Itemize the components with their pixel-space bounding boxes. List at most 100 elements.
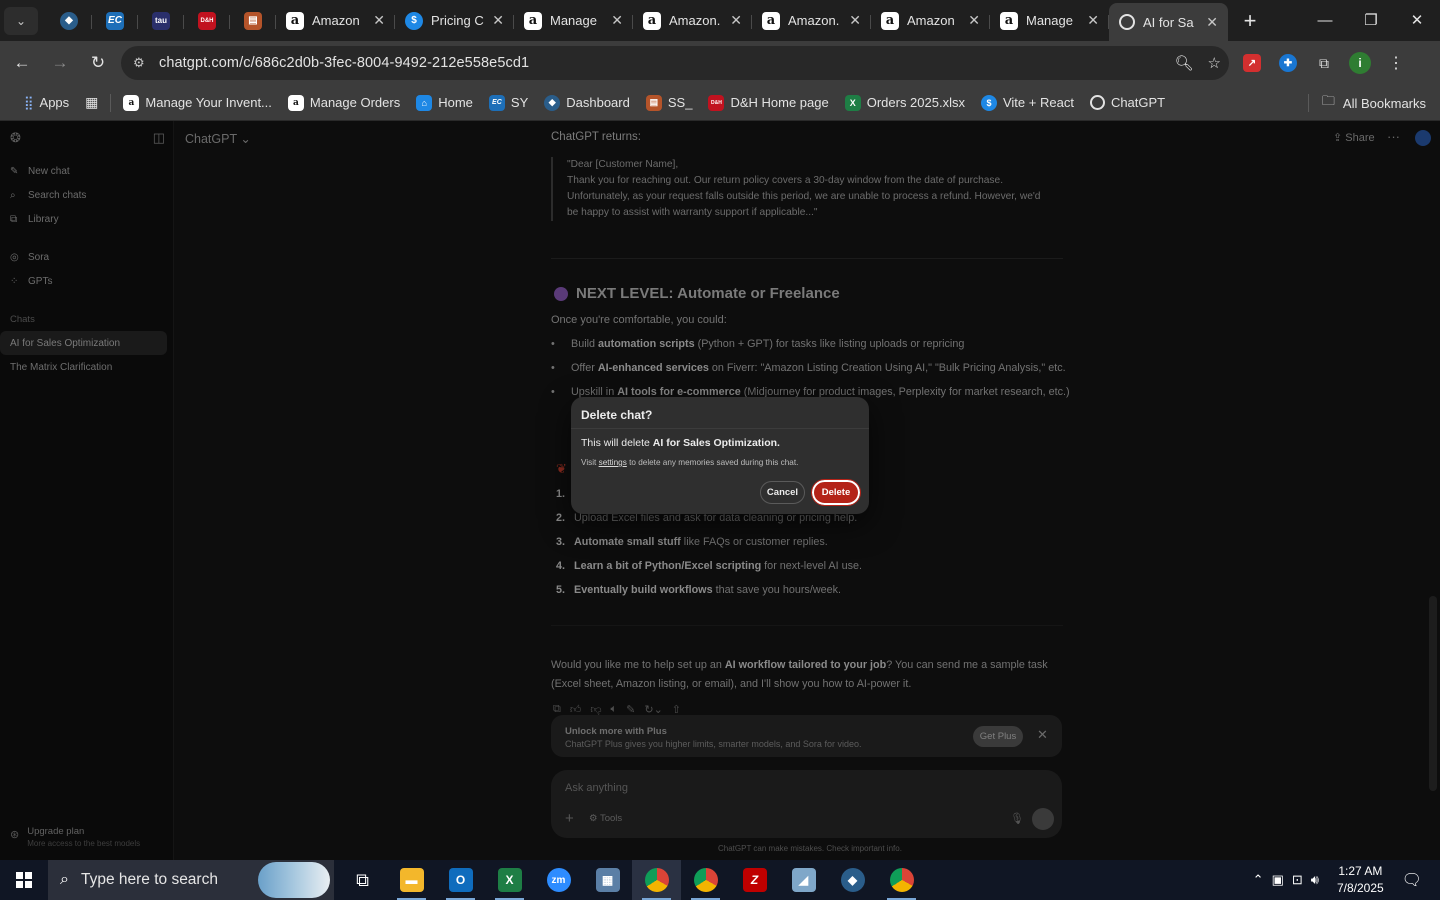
forward-button[interactable]: →: [42, 45, 78, 81]
add-attachment-icon[interactable]: +: [565, 810, 574, 827]
bookmark-item[interactable]: ⌂ Home: [408, 89, 481, 117]
chat-history-item[interactable]: The Matrix Clarification: [0, 355, 167, 379]
taskbar-app[interactable]: Z: [730, 860, 779, 900]
prompt-input[interactable]: Ask anything: [565, 782, 628, 794]
close-icon[interactable]: ✕: [373, 12, 385, 29]
start-button[interactable]: [0, 860, 48, 900]
browser-tab-active[interactable]: AI for Sa ✕: [1109, 3, 1228, 41]
bookmark-item[interactable]: $ Vite + React: [973, 89, 1082, 117]
dialog-title: Delete chat?: [581, 408, 653, 422]
tab-groups-button[interactable]: ▦: [77, 89, 106, 117]
taskbar-app[interactable]: ◆: [828, 860, 877, 900]
pinned-tab[interactable]: tau: [138, 5, 184, 37]
sidebar-toggle-icon[interactable]: ◫: [153, 130, 165, 146]
taskbar-app[interactable]: zm: [534, 860, 583, 900]
tab-search-menu-button[interactable]: ⌄: [4, 6, 38, 35]
bookmark-apps[interactable]: ⣿ Apps: [16, 89, 77, 117]
chatgpt-logo-icon[interactable]: ❂: [10, 130, 21, 146]
voice-mode-button[interactable]: [1032, 808, 1054, 830]
bookmark-item[interactable]: X Orders 2025.xlsx: [837, 89, 973, 117]
task-view-button[interactable]: ⧉: [338, 860, 387, 900]
url-text[interactable]: chatgpt.com/c/686c2d0b-3fec-8004-9492-21…: [159, 55, 529, 71]
taskbar-app[interactable]: ◢: [779, 860, 828, 900]
taskbar-app[interactable]: [632, 860, 681, 900]
close-icon[interactable]: ✕: [492, 12, 504, 29]
taskbar-app[interactable]: [681, 860, 730, 900]
pinned-tab[interactable]: ▤: [230, 5, 276, 37]
site-settings-icon[interactable]: ⚙: [133, 55, 153, 71]
chevron-up-icon[interactable]: ⌃: [1253, 872, 1264, 888]
bookmark-item[interactable]: a Manage Your Invent...: [115, 89, 279, 117]
close-icon[interactable]: ✕: [968, 12, 980, 29]
close-window-button[interactable]: ✕: [1394, 0, 1440, 40]
browser-tab[interactable]: $ Pricing C ✕: [395, 5, 514, 37]
cancel-button[interactable]: Cancel: [760, 481, 805, 504]
sidebar-item-search[interactable]: ⌕ Search chats: [10, 190, 86, 201]
menu-kebab-icon[interactable]: ⋮: [1384, 51, 1408, 75]
browser-tab[interactable]: a Manage ✕: [990, 5, 1109, 37]
all-bookmarks-button[interactable]: 🗀 All Bookmarks: [1322, 89, 1426, 117]
meet-now-icon[interactable]: ▣: [1272, 872, 1284, 888]
chat-history-item[interactable]: AI for Sales Optimization: [0, 331, 167, 355]
close-icon[interactable]: ✕: [1206, 14, 1218, 31]
extensions-puzzle-icon[interactable]: ⧉: [1312, 51, 1336, 75]
copy-icon[interactable]: ⧉: [553, 703, 561, 716]
zoom-icon[interactable]: 🔍︎: [1175, 54, 1194, 72]
close-icon[interactable]: ✕: [730, 12, 742, 29]
close-icon[interactable]: ✕: [611, 12, 623, 29]
microphone-icon[interactable]: 🎙︎: [1010, 812, 1024, 825]
pinned-tab[interactable]: ◆: [46, 5, 92, 37]
clock[interactable]: 1:27 AM 7/8/2025: [1337, 863, 1384, 897]
close-icon[interactable]: ✕: [1037, 727, 1048, 743]
profile-button[interactable]: i: [1348, 51, 1372, 75]
bookmark-item[interactable]: ChatGPT: [1082, 89, 1173, 117]
bookmark-item[interactable]: D&H D&H Home page: [700, 89, 836, 117]
close-icon[interactable]: ✕: [849, 12, 861, 29]
new-tab-button[interactable]: +: [1234, 5, 1266, 37]
account-avatar[interactable]: [1415, 130, 1431, 146]
close-icon[interactable]: ✕: [1087, 12, 1099, 29]
reload-button[interactable]: ↻: [80, 45, 116, 81]
notifications-icon[interactable]: 🗨︎: [1402, 870, 1422, 890]
model-selector[interactable]: ChatGPT ⌄: [185, 131, 251, 146]
sidebar-item-library[interactable]: ⧉ Library: [10, 214, 59, 225]
tools-button[interactable]: ⚙ Tools: [589, 813, 622, 824]
sidebar-item-gpts[interactable]: ⁘ GPTs: [10, 276, 52, 287]
minimize-button[interactable]: —: [1302, 0, 1348, 40]
bookmark-item[interactable]: a Manage Orders: [280, 89, 408, 117]
taskbar-app[interactable]: [877, 860, 926, 900]
browser-tab[interactable]: a Amazon ✕: [871, 5, 990, 37]
extension-arrow-icon[interactable]: ↗: [1240, 51, 1264, 75]
network-icon[interactable]: ⊡: [1292, 872, 1303, 888]
taskbar-search[interactable]: ⌕ Type here to search: [48, 860, 334, 900]
dollar-icon: $: [405, 11, 423, 30]
browser-tab[interactable]: a Manage ✕: [514, 5, 633, 37]
sidebar-item-new-chat[interactable]: ✎ New chat: [10, 166, 70, 177]
taskbar-app[interactable]: ▬: [387, 860, 436, 900]
pinned-tab[interactable]: EC: [92, 5, 138, 37]
share-button[interactable]: ⇪ Share: [1333, 131, 1375, 144]
bookmark-item[interactable]: ▤ SS_: [638, 89, 701, 117]
settings-link[interactable]: settings: [599, 458, 627, 467]
back-button[interactable]: ←: [4, 45, 40, 81]
taskbar-app[interactable]: ▦: [583, 860, 632, 900]
bookmark-item[interactable]: ◆ Dashboard: [536, 89, 638, 117]
upgrade-plan-button[interactable]: ⊛ Upgrade plan More access to the best m…: [10, 826, 140, 848]
browser-tab[interactable]: a Amazon. ✕: [752, 5, 871, 37]
browser-tab[interactable]: a Amazon ✕: [276, 5, 395, 37]
taskbar-app[interactable]: X: [485, 860, 534, 900]
sidebar-item-sora[interactable]: ◎ Sora: [10, 252, 49, 263]
browser-tab[interactable]: a Amazon. ✕: [633, 5, 752, 37]
bookmark-star-icon[interactable]: ☆: [1208, 54, 1221, 72]
restore-button[interactable]: ❐: [1348, 0, 1394, 40]
extension-cross-icon[interactable]: ✚: [1276, 51, 1300, 75]
volume-icon[interactable]: 🔊︎: [1311, 872, 1319, 888]
address-bar[interactable]: ⚙ chatgpt.com/c/686c2d0b-3fec-8004-9492-…: [121, 46, 1229, 80]
taskbar-app[interactable]: O: [436, 860, 485, 900]
more-options-icon[interactable]: ···: [1387, 129, 1400, 144]
bookmark-item[interactable]: EC SY: [481, 89, 536, 117]
get-plus-button[interactable]: Get Plus: [973, 726, 1023, 747]
pinned-tab[interactable]: D&H: [184, 5, 230, 37]
scrollbar[interactable]: [1429, 596, 1437, 791]
delete-button[interactable]: Delete: [811, 479, 861, 506]
